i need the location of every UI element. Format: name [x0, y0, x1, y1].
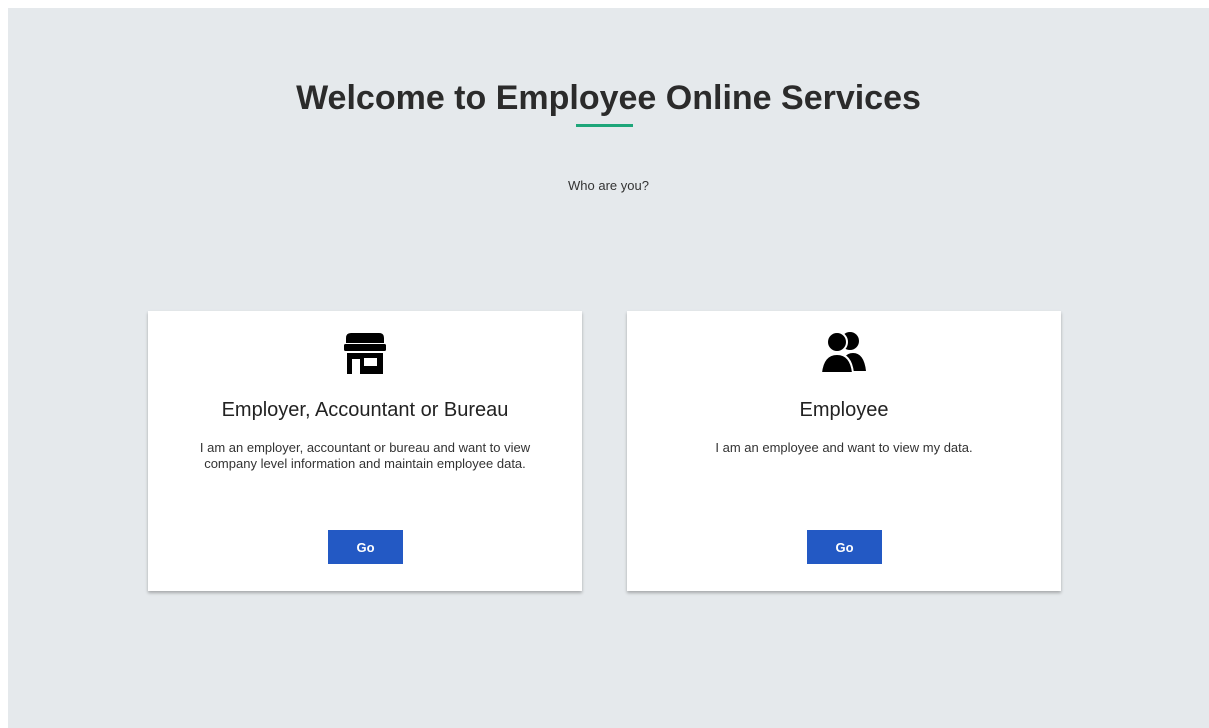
page-title: Welcome to Employee Online Services [296, 79, 921, 117]
employer-card-description: I am an employer, accountant or bureau a… [199, 440, 531, 471]
users-icon [627, 329, 1061, 377]
employer-go-button[interactable]: Go [328, 530, 403, 564]
employer-card-title: Employer, Accountant or Bureau [221, 399, 509, 421]
page-subtitle: Who are you? [568, 178, 649, 193]
employee-card: Employee I am an employee and want to vi… [627, 311, 1061, 591]
page-background: Welcome to Employee Online Services Who … [8, 8, 1209, 728]
employee-go-button[interactable]: Go [807, 530, 882, 564]
employer-card: Employer, Accountant or Bureau I am an e… [148, 311, 582, 591]
store-icon [148, 329, 582, 377]
title-underline [576, 124, 633, 127]
employee-card-title: Employee [799, 399, 889, 421]
employee-card-description: I am an employee and want to view my dat… [715, 440, 973, 455]
